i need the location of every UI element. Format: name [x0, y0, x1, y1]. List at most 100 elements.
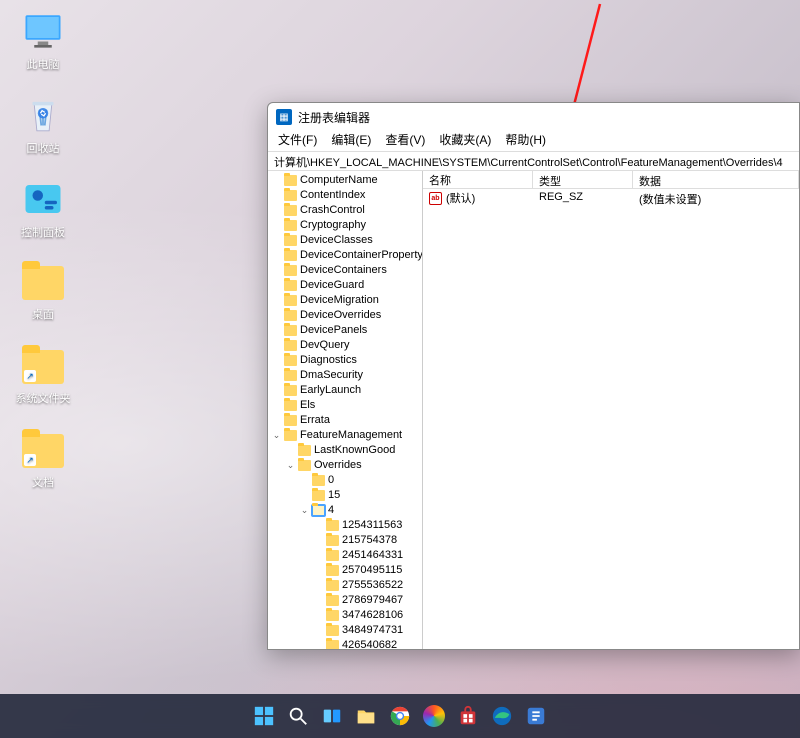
menu-help[interactable]: 帮助(H)	[505, 131, 546, 151]
col-name[interactable]: 名称	[423, 171, 533, 188]
tree-node-label: DeviceContainerPropertyUpda	[300, 248, 423, 263]
menu-file[interactable]: 文件(F)	[278, 131, 317, 151]
desktop-icon-folder-3[interactable]: ↗ 文档	[8, 430, 78, 490]
col-type[interactable]: 类型	[533, 171, 633, 188]
desktop-icon-label: 文档	[32, 477, 54, 489]
tree-node[interactable]: EarlyLaunch	[268, 383, 422, 398]
tree-node[interactable]: 2755536522	[268, 578, 422, 593]
tree-node[interactable]: 2451464331	[268, 548, 422, 563]
search-button[interactable]	[284, 702, 312, 730]
desktop-icon-label: 此电脑	[27, 59, 60, 71]
desktop-icon-folder-2[interactable]: ↗ 系统文件夹	[8, 346, 78, 406]
value-data: (数值未设置)	[633, 189, 799, 207]
folder-icon	[326, 580, 339, 591]
tree-node[interactable]: ⌄ Overrides	[268, 458, 422, 473]
tree-node[interactable]: 3484974731	[268, 623, 422, 638]
folder-icon	[284, 385, 297, 396]
tree-node[interactable]: Els	[268, 398, 422, 413]
menu-favorites[interactable]: 收藏夹(A)	[439, 131, 491, 151]
tree-node[interactable]: ContentIndex	[268, 188, 422, 203]
tree-node-label: EarlyLaunch	[300, 383, 361, 398]
pc-icon	[22, 10, 64, 52]
tree-node[interactable]: DeviceContainerPropertyUpda	[268, 248, 422, 263]
folder-icon	[284, 280, 297, 291]
regedit-window: ▦ 注册表编辑器 文件(F) 编辑(E) 查看(V) 收藏夹(A) 帮助(H) …	[267, 102, 800, 650]
folder-icon	[326, 520, 339, 531]
folder-icon	[298, 445, 311, 456]
address-bar[interactable]: 计算机\HKEY_LOCAL_MACHINE\SYSTEM\CurrentCon…	[268, 151, 799, 171]
folder-icon	[284, 355, 297, 366]
store-button[interactable]	[454, 702, 482, 730]
window-title: 注册表编辑器	[298, 109, 370, 126]
desktop-icon-control-panel[interactable]: 控制面板	[8, 178, 78, 240]
value-row[interactable]: ab(默认) REG_SZ (数值未设置)	[423, 189, 799, 207]
tree-node[interactable]: DmaSecurity	[268, 368, 422, 383]
desktop[interactable]: 此电脑 回收站 控制面板 桌面 ↗ 系统文件夹 ↗ 文档 ▦ 注册表编辑器	[0, 0, 800, 738]
tree-node[interactable]: 1254311563	[268, 518, 422, 533]
tree-node-label: 2755536522	[342, 578, 403, 593]
tree-node[interactable]: Cryptography	[268, 218, 422, 233]
explorer-button[interactable]	[352, 702, 380, 730]
tree-node[interactable]: CrashControl	[268, 203, 422, 218]
desktop-icon-label: 桌面	[32, 309, 54, 321]
values-header: 名称 类型 数据	[423, 171, 799, 189]
expand-icon[interactable]: ⌄	[272, 428, 281, 443]
tree-node[interactable]: 15	[268, 488, 422, 503]
tree-pane[interactable]: ComputerNameContentIndexCrashControlCryp…	[268, 171, 423, 649]
tree-node-label: DeviceOverrides	[300, 308, 381, 323]
folder-icon	[284, 415, 297, 426]
menu-view[interactable]: 查看(V)	[385, 131, 425, 151]
taskbar-app-button[interactable]	[522, 702, 550, 730]
tree-node[interactable]: 0	[268, 473, 422, 488]
desktop-icon-label: 系统文件夹	[16, 393, 71, 405]
tree-node[interactable]: ⌄FeatureManagement	[268, 428, 422, 443]
tree-node-label: 4	[328, 503, 334, 518]
tree-node[interactable]: LastKnownGood	[268, 443, 422, 458]
tree-node-label: CrashControl	[300, 203, 365, 218]
tree-node-label: DevicePanels	[300, 323, 367, 338]
folder-icon	[284, 205, 297, 216]
taskbar	[0, 694, 800, 738]
tree-node[interactable]: ⌄4	[268, 503, 422, 518]
tree-node[interactable]: Diagnostics	[268, 353, 422, 368]
browser2-button[interactable]	[420, 702, 448, 730]
expand-icon[interactable]: ⌄	[300, 503, 309, 518]
tree-node[interactable]: DevicePanels	[268, 323, 422, 338]
edge-button[interactable]	[488, 702, 516, 730]
tree-node[interactable]: 2570495115	[268, 563, 422, 578]
tree-node-label: Els	[300, 398, 315, 413]
chrome-button[interactable]	[386, 702, 414, 730]
tree-node[interactable]: DeviceGuard	[268, 278, 422, 293]
col-data[interactable]: 数据	[633, 171, 799, 188]
taskview-button[interactable]	[318, 702, 346, 730]
titlebar[interactable]: ▦ 注册表编辑器	[268, 103, 799, 131]
tree-node-label: 3484974731	[342, 623, 403, 638]
desktop-icon-folder-1[interactable]: 桌面	[8, 262, 78, 322]
desktop-icon-bin[interactable]: 回收站	[8, 94, 78, 156]
menu-edit[interactable]: 编辑(E)	[331, 131, 371, 151]
tree-node[interactable]: 215754378	[268, 533, 422, 548]
tree-node[interactable]: 2786979467	[268, 593, 422, 608]
tree-node[interactable]: 426540682	[268, 638, 422, 649]
tree-node-label: 2786979467	[342, 593, 403, 608]
tree-node[interactable]: DeviceClasses	[268, 233, 422, 248]
tree-node[interactable]: DeviceMigration	[268, 293, 422, 308]
folder-icon	[284, 310, 297, 321]
folder-icon	[326, 550, 339, 561]
tree-node-label: Cryptography	[300, 218, 366, 233]
tree-node[interactable]: ComputerName	[268, 173, 422, 188]
shortcut-overlay-icon: ↗	[24, 370, 36, 382]
tree-node[interactable]: DeviceContainers	[268, 263, 422, 278]
expand-icon[interactable]: ⌄	[286, 458, 295, 473]
tree-node-label: 2451464331	[342, 548, 403, 563]
desktop-icon-pc[interactable]: 此电脑	[8, 10, 78, 72]
tree-node[interactable]: Errata	[268, 413, 422, 428]
folder-icon	[284, 235, 297, 246]
folder-icon	[326, 610, 339, 621]
tree-node[interactable]: DevQuery	[268, 338, 422, 353]
values-pane[interactable]: 名称 类型 数据 ab(默认) REG_SZ (数值未设置)	[423, 171, 799, 649]
tree-node-label: Overrides	[314, 458, 362, 473]
start-button[interactable]	[250, 702, 278, 730]
tree-node[interactable]: DeviceOverrides	[268, 308, 422, 323]
tree-node[interactable]: 3474628106	[268, 608, 422, 623]
